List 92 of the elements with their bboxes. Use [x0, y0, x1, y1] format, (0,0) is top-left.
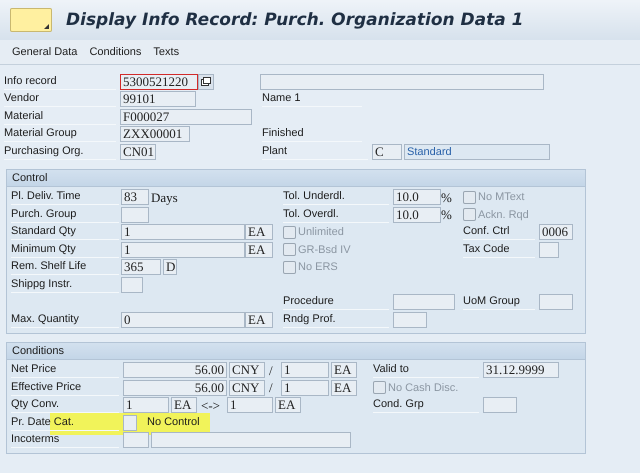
checkbox-label: GR-Bsd IV: [298, 244, 351, 256]
input-field[interactable]: [539, 242, 559, 258]
input-field[interactable]: [393, 312, 427, 328]
input-field[interactable]: 56.00: [123, 362, 227, 378]
input-field[interactable]: 1: [123, 397, 169, 414]
field-text: Days: [151, 190, 179, 205]
field-label: Plant: [262, 144, 368, 160]
input-field[interactable]: 0006: [539, 224, 573, 240]
input-field[interactable]: 5300521220: [120, 74, 198, 90]
input-field[interactable]: 1: [121, 242, 245, 258]
field-label: Minimum Qty: [11, 242, 119, 258]
input-field[interactable]: EA: [245, 224, 273, 240]
input-field[interactable]: CNY: [229, 362, 265, 378]
input-field[interactable]: [121, 206, 149, 223]
input-field[interactable]: [539, 294, 573, 310]
input-field[interactable]: 0: [121, 312, 245, 328]
field-label: Net Price: [11, 362, 119, 378]
input-field[interactable]: EA: [331, 380, 357, 396]
copy-button[interactable]: [198, 74, 214, 90]
field-text: No Control: [147, 415, 201, 430]
input-field[interactable]: 99101: [120, 91, 196, 108]
input-field[interactable]: EA: [331, 362, 357, 378]
input-field[interactable]: EA: [245, 242, 273, 258]
field-label: Material Group: [4, 126, 116, 142]
toolbar-item[interactable]: Texts: [153, 46, 180, 58]
field-label: Procedure: [283, 294, 389, 310]
field-label: Rndg Prof.: [283, 312, 389, 328]
field-label: Conf. Ctrl: [463, 224, 535, 240]
field-label: Purch. Group: [11, 206, 119, 223]
input-field[interactable]: [121, 276, 143, 293]
checkbox-label: No MText: [478, 191, 524, 204]
input-field[interactable]: [123, 414, 137, 431]
input-field[interactable]: EA: [245, 312, 273, 328]
field-label: Standard Qty: [11, 224, 119, 240]
field-label: Pl. Deliv. Time: [11, 189, 119, 206]
field-label: UoM Group: [463, 294, 535, 310]
input-field[interactable]: ZXX00001: [120, 126, 190, 142]
input-field[interactable]: F000027: [120, 108, 252, 125]
input-field[interactable]: D: [163, 259, 177, 276]
input-field[interactable]: EA: [275, 397, 301, 414]
input-field[interactable]: [393, 294, 455, 310]
input-field[interactable]: [483, 397, 517, 414]
field-label: Vendor: [4, 91, 116, 108]
field-label: Tol. Overdl.: [283, 206, 389, 223]
field-label: Effective Price: [11, 380, 119, 396]
input-field[interactable]: 10.0: [393, 189, 441, 206]
field-text: /: [269, 380, 274, 396]
input-field[interactable]: CNY: [229, 380, 265, 396]
field-label: Info record: [4, 74, 116, 90]
input-field[interactable]: 83: [121, 189, 149, 206]
checkbox-label: No ERS: [298, 261, 338, 274]
toolbar-item[interactable]: General Data: [12, 46, 78, 58]
input-field[interactable]: 31.12.9999: [483, 362, 559, 378]
toolbar-item[interactable]: Conditions: [89, 46, 142, 58]
section-title: Control: [7, 170, 585, 186]
field-label: Name 1: [262, 91, 362, 108]
field-label: Finished: [262, 126, 362, 142]
field-text: /: [269, 362, 274, 378]
field-text: <->: [201, 398, 221, 413]
input-field[interactable]: 10.0: [393, 206, 441, 223]
input-field[interactable]: [123, 432, 149, 448]
input-field[interactable]: 1: [227, 397, 273, 414]
field-label: Material: [4, 108, 116, 125]
field-text: %: [441, 190, 453, 205]
field-text: %: [441, 207, 453, 222]
checkbox-label: No Cash Disc.: [388, 382, 458, 394]
input-field[interactable]: [260, 74, 544, 90]
field-label: Rem. Shelf Life: [11, 259, 119, 276]
field-label: Cond. Grp: [373, 397, 479, 414]
checkbox-label: Unlimited: [298, 226, 344, 238]
field-label: Valid to: [373, 362, 479, 378]
checkbox-label: Ackn. Rqd: [478, 208, 529, 221]
field-label: Max. Quantity: [11, 312, 119, 328]
field-label: Tol. Underdl.: [283, 189, 389, 206]
field-label: Purchasing Org.: [4, 144, 116, 160]
caret-icon: [44, 24, 49, 29]
input-field[interactable]: 1: [121, 224, 245, 240]
input-field[interactable]: 1: [281, 362, 329, 378]
window-title: Display Info Record: Purch. Organization Data 1: [66, 10, 524, 30]
section-title: Conditions: [7, 342, 585, 360]
input-field[interactable]: 56.00: [123, 380, 227, 396]
input-field[interactable]: CN01: [120, 144, 156, 160]
input-field[interactable]: C: [372, 144, 402, 160]
command-field[interactable]: [10, 8, 52, 32]
input-field[interactable]: [151, 432, 351, 448]
description-field: Standard: [404, 144, 550, 160]
field-label: Tax Code: [463, 242, 535, 258]
input-field[interactable]: EA: [171, 397, 197, 414]
field-label: Incoterms: [11, 432, 119, 448]
input-field[interactable]: 1: [281, 380, 329, 396]
input-field[interactable]: 365: [121, 259, 161, 276]
field-label: Shippg Instr.: [11, 276, 119, 293]
